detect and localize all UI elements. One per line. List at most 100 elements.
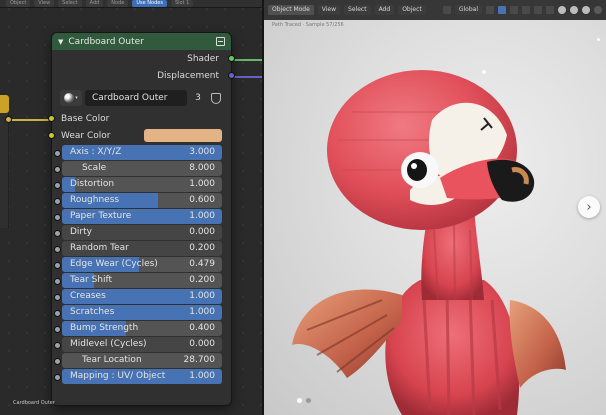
node-group-browse-button[interactable]: ▾ xyxy=(60,90,82,106)
base-color-link xyxy=(9,119,53,121)
node-value-field[interactable]: Distortion 1.000 xyxy=(62,177,222,192)
input-socket[interactable] xyxy=(54,326,61,333)
displacement-output-socket[interactable] xyxy=(228,72,235,79)
node-value-field[interactable]: Bump Strength 0.400 xyxy=(62,321,222,336)
field-value: 0.000 xyxy=(189,339,215,349)
node-value-field[interactable]: Tear Shift 0.200 xyxy=(62,273,222,288)
node-value-field[interactable]: Edge Wear (Cycles) 0.479 xyxy=(62,257,222,272)
node-editor[interactable]: Object View Select Add Node Use Nodes Sl… xyxy=(0,0,262,415)
node-value-field[interactable]: Creases 1.000 xyxy=(62,289,222,304)
field-value: 0.200 xyxy=(189,243,215,253)
upstream-node-header[interactable] xyxy=(0,95,9,113)
chevron-down-icon: ▾ xyxy=(75,95,78,101)
input-base-color: Base Color xyxy=(48,110,231,127)
input-socket[interactable] xyxy=(54,374,61,381)
node-input-row: Random Tear 0.200 xyxy=(52,241,231,256)
input-wear-color: Wear Color xyxy=(48,127,231,144)
input-socket[interactable] xyxy=(54,294,61,301)
input-socket[interactable] xyxy=(54,198,61,205)
wear-color-input-socket[interactable] xyxy=(48,132,55,139)
input-socket[interactable] xyxy=(54,358,61,365)
field-value: 0.400 xyxy=(189,323,215,333)
input-socket[interactable] xyxy=(54,166,61,173)
node-group-selector: ▾ Cardboard Outer 3 xyxy=(60,88,223,108)
field-value: 1.000 xyxy=(189,371,215,381)
flamingo-right-wing xyxy=(509,300,566,388)
node-input-row: Dirty 0.000 xyxy=(52,225,231,240)
material-slot-selector[interactable]: Slot 1 xyxy=(170,0,194,7)
field-label: Dirty xyxy=(70,227,92,237)
base-color-input-socket[interactable] xyxy=(48,115,55,122)
node-group-icon[interactable] xyxy=(216,37,225,46)
field-value: 0.600 xyxy=(189,195,215,205)
node-value-field[interactable]: Tear Location 28.700 xyxy=(62,353,222,368)
input-socket[interactable] xyxy=(54,246,61,253)
field-value: 8.000 xyxy=(189,163,215,173)
field-label: Bump Strength xyxy=(70,323,139,333)
node-editor-header: Object View Select Add Node Use Nodes Sl… xyxy=(0,0,262,8)
wear-color-swatch[interactable] xyxy=(144,129,222,142)
field-value: 28.700 xyxy=(183,355,216,365)
node-header[interactable]: ▼ Cardboard Outer xyxy=(52,33,231,50)
output-shader-label: Shader xyxy=(187,53,219,64)
node-input-row: Tear Shift 0.200 xyxy=(52,273,231,288)
menu-select[interactable]: Select xyxy=(58,0,82,7)
menu-object[interactable]: Object xyxy=(6,0,31,7)
node-input-row: Mapping : UV/ Object 1.000 xyxy=(52,369,231,384)
node-group-name-field[interactable]: Cardboard Outer xyxy=(85,90,187,106)
flamingo-body xyxy=(385,280,520,415)
field-value: 1.000 xyxy=(189,307,215,317)
input-socket[interactable] xyxy=(54,310,61,317)
displacement-output-link xyxy=(232,76,262,78)
fake-user-button[interactable] xyxy=(209,90,223,106)
upstream-color-output-socket[interactable] xyxy=(5,116,12,123)
node-value-field[interactable]: Roughness 0.600 xyxy=(62,193,222,208)
wear-color-label: Wear Color xyxy=(61,130,111,141)
node-value-field[interactable]: Random Tear 0.200 xyxy=(62,241,222,256)
field-label: Axis : X/Y/Z xyxy=(70,147,122,157)
node-value-field[interactable]: Scratches 1.000 xyxy=(62,305,222,320)
input-socket[interactable] xyxy=(54,342,61,349)
user-count-button[interactable]: 3 xyxy=(190,90,206,106)
cardboard-outer-node[interactable]: ▼ Cardboard Outer Shader Displacement ▾ … xyxy=(48,33,235,405)
pager-dot[interactable] xyxy=(297,398,302,403)
pager-dot[interactable] xyxy=(306,398,311,403)
field-label: Midlevel (Cycles) xyxy=(70,339,147,349)
node-input-row: Tear Location 28.700 xyxy=(52,353,231,368)
node-value-field[interactable]: Dirty 0.000 xyxy=(62,225,222,240)
node-input-row: Creases 1.000 xyxy=(52,289,231,304)
node-value-field[interactable]: Midlevel (Cycles) 0.000 xyxy=(62,337,222,352)
collapse-caret-icon[interactable]: ▼ xyxy=(58,38,63,46)
shield-icon xyxy=(211,92,221,104)
field-label: Paper Texture xyxy=(70,211,132,221)
node-value-field[interactable]: Mapping : UV/ Object 1.000 xyxy=(62,369,222,384)
flamingo-model[interactable] xyxy=(262,0,606,415)
field-label: Roughness xyxy=(70,195,120,205)
node-value-field[interactable]: Scale 8.000 xyxy=(62,161,222,176)
node-value-field[interactable]: Paper Texture 1.000 xyxy=(62,209,222,224)
field-label: Mapping : UV/ Object xyxy=(70,371,166,381)
node-input-row: Scratches 1.000 xyxy=(52,305,231,320)
input-socket[interactable] xyxy=(54,230,61,237)
shader-output-link xyxy=(232,59,262,61)
input-socket[interactable] xyxy=(54,150,61,157)
input-socket[interactable] xyxy=(54,214,61,221)
input-socket[interactable] xyxy=(54,262,61,269)
use-nodes-toggle[interactable]: Use Nodes xyxy=(132,0,167,7)
upstream-node-body[interactable] xyxy=(0,113,9,228)
node-input-row: Edge Wear (Cycles) 0.479 xyxy=(52,257,231,272)
menu-node[interactable]: Node xyxy=(107,0,129,7)
node-input-row: Axis : X/Y/Z 3.000 xyxy=(52,145,231,160)
carousel-next-button[interactable]: › xyxy=(578,196,600,218)
field-value: 0.479 xyxy=(189,259,215,269)
shader-output-socket[interactable] xyxy=(228,55,235,62)
menu-add[interactable]: Add xyxy=(85,0,104,7)
sphere-icon xyxy=(64,93,75,103)
menu-view[interactable]: View xyxy=(34,0,55,7)
flamingo-head xyxy=(327,70,517,230)
node-input-row: Roughness 0.600 xyxy=(52,193,231,208)
input-socket[interactable] xyxy=(54,182,61,189)
node-value-field[interactable]: Axis : X/Y/Z 3.000 xyxy=(62,145,222,160)
field-value: 1.000 xyxy=(189,291,215,301)
input-socket[interactable] xyxy=(54,278,61,285)
